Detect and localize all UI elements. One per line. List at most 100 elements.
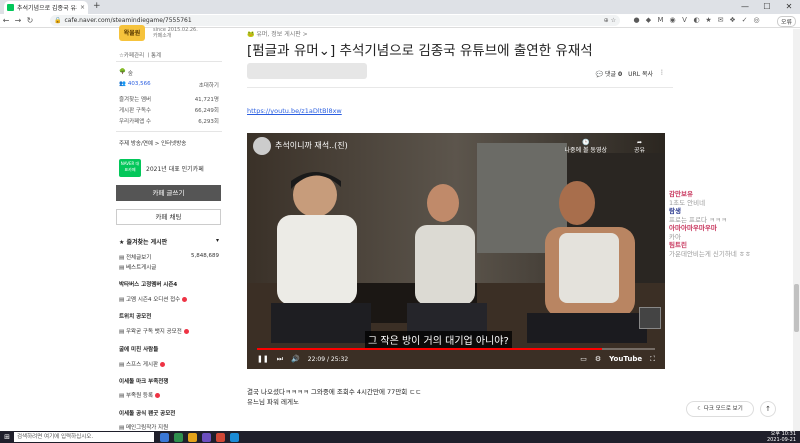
taskbar-app-icon[interactable] (188, 432, 197, 442)
youtube-logo[interactable]: YouTube (609, 355, 642, 363)
sidebar-item[interactable]: ▤ 부족원 등록 (119, 391, 219, 399)
extension-icon[interactable]: ◉ (668, 16, 677, 24)
video-title[interactable]: 추석이니까 재석..(진) (275, 140, 348, 151)
extension-icon[interactable]: ◐ (692, 16, 701, 24)
article-meta: 💬 댓글 0 URL 복사 ⋮ (596, 69, 665, 78)
dark-mode-button[interactable]: ☾ 다크 모드로 보기 (686, 401, 754, 417)
fav-board-header[interactable]: ★ 즐겨찾는 게시판 ▾ (119, 237, 219, 246)
new-tab-button[interactable]: + (93, 1, 101, 11)
sidebar-item[interactable]: ▤ 메인그림작가 지원 (119, 423, 219, 431)
chat-username: 감만보유 (669, 190, 693, 198)
chat-message: 감만보유 1초도 안비네 (669, 190, 793, 207)
video-progress-bar[interactable] (257, 348, 655, 350)
cafe-write-button[interactable]: 카페 글쓰기 (116, 185, 221, 201)
invite-link[interactable]: 초대하기 (199, 81, 219, 89)
youtube-video-player[interactable]: 추석이니까 재석..(진) 🕒 나중에 볼 동영상 ➦ 공유 그 작은 방이 거의 … (247, 133, 665, 369)
stat-row: 게시판 구독수 66,249회 (119, 108, 219, 114)
new-badge-icon (182, 297, 188, 302)
article-body: 결국 나오셨다ㅋㅋㅋㅋ 그와중에 조회수 4시간만에 77만회 ㄷㄷ 유느님 파… (247, 388, 422, 406)
sidebar-item-all-posts[interactable]: ▤ 전체글보기 5,848,689 (119, 253, 219, 261)
more-icon[interactable]: ⋮ (659, 69, 665, 78)
chat-overlay: 감만보유 1초도 안비네 람생 프로는 프로다 ㅋㅋㅋ 아마아마우마우마 카아 팀트린… (669, 190, 793, 258)
share-icon: ➦ (636, 139, 642, 146)
tab-close-icon[interactable]: × (80, 4, 85, 11)
channel-watermark[interactable] (639, 307, 661, 329)
profile-button[interactable]: 오류 (776, 16, 796, 27)
url-copy-button[interactable]: URL 복사 (628, 69, 653, 78)
cafe-topic: 주제 방송/연예 > 인터넷방송 (119, 141, 187, 147)
sidebar-section-head: 박타버스 고정멤버 시즌4 (119, 282, 178, 288)
new-badge-icon (155, 393, 161, 398)
close-window-button[interactable]: ✕ (778, 0, 800, 14)
forward-icon[interactable]: → (12, 16, 24, 25)
windows-start-icon[interactable]: ⊞ (0, 433, 14, 441)
sidebar-item[interactable]: ▤ 스프스 게시판 (119, 360, 219, 368)
author-blurred (247, 63, 367, 79)
share-button[interactable]: ➦ 공유 (634, 139, 645, 155)
sidebar-section-head: 이세돌 공식 팬굿 공모전 (119, 411, 176, 417)
scroll-top-button[interactable]: ↑ (760, 401, 776, 417)
cafe-logo[interactable]: 왁물원 (119, 25, 145, 41)
maximize-button[interactable]: ☐ (756, 0, 778, 14)
extension-icon[interactable]: ◆ (644, 16, 653, 24)
page-scrollbar[interactable] (793, 29, 800, 431)
comment-button[interactable]: 💬 댓글 0 (596, 69, 623, 78)
board-category-link[interactable]: 🐸 유머, 정보 게시판 > (247, 29, 308, 38)
page-title: [펌글과 유머⌄] 추석기념으로 김종국 유튜브에 출연한 유재석 (247, 43, 593, 59)
chrome-taskbar-icon[interactable] (230, 432, 239, 442)
member-level: 🌳 숲 (119, 69, 133, 77)
extension-icon[interactable]: ❖ (728, 16, 737, 24)
chat-message: 아마아마우마우마 카아 (669, 224, 793, 241)
chat-username: 팀트린 (669, 241, 687, 249)
taskbar-app-icon[interactable] (216, 432, 225, 442)
browser-tab[interactable]: 추석기념으로 김종국 유튜... × (4, 1, 88, 14)
next-icon[interactable]: ⏭ (277, 355, 283, 364)
stat-row: 우리카페앱 수 6,293회 (119, 119, 219, 125)
watch-later-button[interactable]: 🕒 나중에 볼 동영상 (565, 139, 607, 155)
new-badge-icon (160, 362, 166, 367)
lock-icon: 🔒 (54, 17, 62, 24)
cafe-since: since 2015.02.26. 카페소개 (153, 27, 198, 39)
pause-icon[interactable]: ❚❚ (257, 355, 269, 363)
fullscreen-icon[interactable]: ⛶ (650, 355, 655, 364)
divider (116, 61, 222, 62)
extension-icon[interactable]: ✉ (716, 16, 725, 24)
channel-avatar[interactable] (253, 137, 271, 155)
extension-icon[interactable]: ✓ (740, 16, 749, 24)
taskbar-app-icon[interactable] (160, 432, 169, 442)
taskbar-app-icon[interactable] (174, 432, 183, 442)
video-subtitle: 그 작은 방이 거의 대기업 아니야? (365, 331, 512, 348)
sidebar-item[interactable]: ▤ 고멤 시즌4 오디션 접수 (119, 295, 219, 303)
system-clock[interactable]: 오후 10:31 2021-09-21 (767, 431, 796, 443)
naver-badge-icon: NAVER 대표카페 (119, 159, 141, 177)
url-text: cafe.naver.com/steamindiegame/7555761 (64, 17, 192, 24)
extension-icon[interactable]: ◎ (752, 16, 761, 24)
video-controls: ❚❚ ⏭ 🔊 22:09 / 25:32 ▭ ⚙ YouTube ⛶ (257, 352, 655, 366)
youtube-link[interactable]: https://youtu.be/z1aDltBl8xw (247, 107, 342, 115)
bookmark-icons[interactable]: ⊕ ☆ (604, 17, 616, 24)
extension-icon[interactable]: V (680, 16, 689, 24)
cafe-manage-link[interactable]: ☆카페관리 ㅣ통계 (119, 51, 161, 59)
sidebar-item-best-posts[interactable]: ▤ 베스트게시글 (119, 263, 219, 271)
back-icon[interactable]: ← (0, 16, 12, 25)
video-time: 22:09 / 25:32 (307, 355, 349, 363)
members-count-row: 👥 403,566 초대하기 (119, 81, 219, 89)
extension-icon[interactable]: ● (632, 16, 641, 24)
volume-icon[interactable]: 🔊 (291, 355, 300, 363)
members-icon: 👥 (119, 81, 126, 87)
captions-icon[interactable]: ▭ (580, 355, 587, 363)
settings-icon[interactable]: ⚙ (595, 355, 601, 363)
divider (247, 87, 673, 88)
reload-icon[interactable]: ↻ (24, 16, 36, 25)
sidebar-item[interactable]: ▤ 우왁굳 구독 뱃지 공모전 (119, 327, 219, 335)
taskbar-app-icon[interactable] (202, 432, 211, 442)
scroll-thumb[interactable] (794, 284, 799, 332)
extension-icon[interactable]: M (656, 16, 665, 24)
chevron-down-icon[interactable]: ▾ (216, 237, 219, 246)
browser-tab-bar: 추석기념으로 김종국 유튜... × + — ☐ ✕ (0, 0, 800, 14)
cafe-chat-button[interactable]: 카페 채팅 (116, 209, 221, 225)
extension-icon[interactable]: ★ (704, 16, 713, 24)
taskbar-search-input[interactable]: 검색하려면 여기에 입력하십시오. (14, 432, 154, 442)
minimize-button[interactable]: — (734, 0, 756, 14)
sidebar-section-head: 이세돌 마크 부족전쟁 (119, 379, 169, 385)
